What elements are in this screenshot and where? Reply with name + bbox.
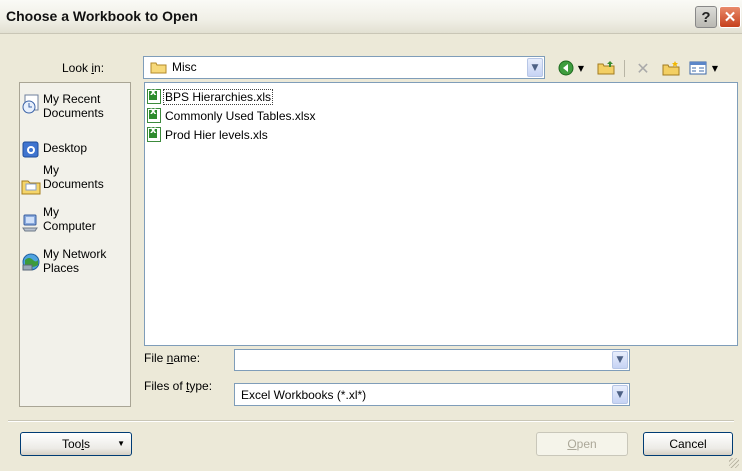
toolbar-separator [624, 60, 625, 77]
file-type-select[interactable]: Excel Workbooks (*.xl*) ▼ [234, 383, 630, 406]
place-my-documents[interactable]: My Documents [21, 163, 129, 197]
delete-button[interactable]: ✕ [634, 58, 652, 78]
new-folder-button[interactable] [662, 59, 680, 77]
my-computer-icon [21, 213, 41, 233]
file-list[interactable]: BPS Hierarchies.xls Commonly Used Tables… [144, 82, 738, 346]
folder-icon [150, 61, 167, 74]
look-in-value: Misc [172, 60, 197, 74]
file-name: Prod Hier levels.xls [165, 127, 268, 142]
place-my-recent-documents[interactable]: My Recent Documents [21, 92, 129, 120]
place-my-computer[interactable]: My Computer [21, 205, 129, 233]
excel-file-icon [147, 106, 161, 123]
chevron-down-icon[interactable]: ▼ [612, 385, 628, 404]
dialog-title: Choose a Workbook to Open [6, 8, 198, 24]
resize-grip[interactable] [729, 458, 739, 468]
desktop-icon [21, 140, 41, 160]
tools-button[interactable]: Tools ▼ [20, 432, 132, 456]
divider [8, 420, 734, 422]
place-label: My Network Places [43, 247, 107, 275]
network-places-icon [21, 252, 41, 272]
new-folder-icon [662, 60, 680, 75]
delete-icon: ✕ [636, 58, 650, 78]
look-in-label: Look in: [62, 61, 105, 75]
views-dropdown-icon[interactable]: ▼ [710, 59, 720, 77]
file-name-label: File name: [144, 351, 201, 365]
open-button[interactable]: Open [536, 432, 628, 456]
place-label: Desktop [43, 141, 88, 155]
views-button[interactable] [688, 59, 708, 77]
recent-documents-icon [21, 94, 41, 114]
place-label: My Recent Documents [43, 92, 104, 120]
file-name: Commonly Used Tables.xlsx [165, 108, 316, 123]
tools-label: Tools [61, 437, 91, 451]
my-documents-icon [21, 177, 41, 197]
chevron-down-icon[interactable]: ▼ [527, 58, 543, 77]
back-icon [558, 60, 574, 76]
back-button[interactable] [557, 59, 575, 77]
open-workbook-dialog: Choose a Workbook to Open ? ✕ Look in: M… [0, 0, 742, 471]
list-item[interactable]: Commonly Used Tables.xlsx [147, 106, 317, 124]
place-label: My Computer [43, 205, 96, 233]
up-folder-button[interactable] [597, 59, 615, 77]
views-icon [689, 61, 707, 75]
file-name-input[interactable]: ▼ [234, 349, 630, 371]
back-dropdown-icon[interactable]: ▼ [576, 59, 586, 77]
close-button[interactable]: ✕ [719, 6, 741, 28]
excel-file-icon [147, 125, 161, 142]
help-button[interactable]: ? [695, 6, 717, 28]
place-desktop[interactable]: Desktop [21, 138, 129, 160]
list-item[interactable]: BPS Hierarchies.xls [147, 87, 274, 105]
place-label: My Documents [43, 163, 104, 191]
chevron-down-icon: ▼ [117, 439, 125, 448]
file-type-value: Excel Workbooks (*.xl*) [241, 388, 367, 402]
places-bar: My Recent Documents Desktop My Documents… [19, 82, 131, 407]
file-name: BPS Hierarchies.xls [162, 88, 274, 105]
cancel-button[interactable]: Cancel [643, 432, 733, 456]
list-item[interactable]: Prod Hier levels.xls [147, 125, 269, 143]
open-label: Open [567, 437, 597, 451]
look-in-combobox[interactable]: Misc ▼ [143, 56, 545, 79]
title-bar[interactable]: Choose a Workbook to Open ? ✕ [0, 0, 742, 34]
chevron-down-icon[interactable]: ▼ [612, 351, 628, 369]
excel-file-icon [147, 87, 161, 104]
file-type-label: Files of type: [144, 379, 213, 393]
up-folder-icon [597, 61, 615, 75]
place-my-network-places[interactable]: My Network Places [21, 247, 129, 275]
